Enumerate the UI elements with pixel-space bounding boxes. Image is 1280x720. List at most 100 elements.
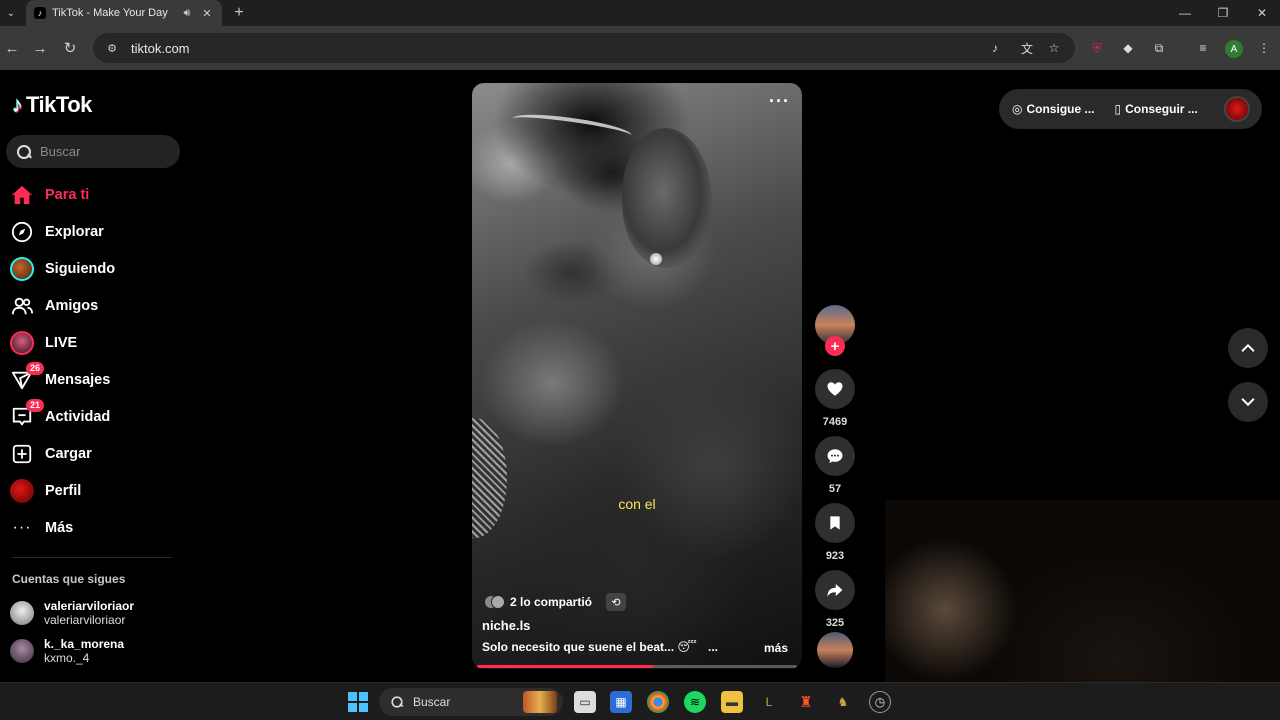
sidebar-item-mensajes[interactable]: 26 Mensajes (0, 361, 190, 398)
logo-text: TikTok (26, 92, 92, 117)
following-account[interactable]: valeriarviloriaor valeriarviloriaor (10, 599, 134, 627)
avatar (10, 639, 34, 663)
search-input[interactable] (40, 144, 170, 159)
chrome-icon[interactable] (647, 691, 669, 713)
get-app-label: Conseguir ... (1125, 102, 1198, 116)
webcam-overlay (885, 500, 1280, 682)
extension-shield-icon[interactable]: ⛨ (1088, 39, 1106, 57)
sound-disc-avatar[interactable] (817, 632, 853, 668)
user-avatar[interactable] (1223, 96, 1250, 122)
browser-tab[interactable]: ♪ TikTok - Make Your Day 🔊︎ ✕ (26, 0, 222, 26)
account-name: k._ka_morena (44, 637, 125, 651)
speaker-icon[interactable]: 🔊︎ (180, 7, 194, 20)
account-name: valeriarviloriaor (44, 599, 135, 613)
address-bar[interactable]: ⚙ tiktok.com ♪ 文 ☆ (93, 33, 1075, 63)
sidebar-item-label: Perfil (45, 482, 82, 499)
sidebar-item-cargar[interactable]: Cargar (0, 435, 190, 472)
tab-search-button[interactable]: ⌄ (0, 0, 22, 26)
sidebar-item-label: Mensajes (45, 371, 111, 388)
new-tab-button[interactable]: + (229, 3, 249, 23)
close-window-button[interactable]: ✕ (1243, 0, 1280, 26)
follow-plus-icon[interactable]: + (825, 336, 845, 356)
account-handle: kxmo._4 (44, 651, 90, 665)
url-text[interactable]: tiktok.com (131, 41, 190, 56)
sidebar-item-actividad[interactable]: 21 Actividad (0, 398, 190, 435)
back-button[interactable]: ← (2, 38, 22, 58)
game-launcher-icon[interactable]: ♞ (832, 691, 854, 713)
extension-diamond-icon[interactable]: ◆ (1119, 39, 1137, 57)
video-caption: con el (618, 496, 656, 512)
minimize-button[interactable]: — (1166, 0, 1204, 26)
tiktok-note-icon: ♪ (12, 92, 23, 117)
following-section-title: Cuentas que sigues (12, 572, 126, 586)
tiktok-logo[interactable]: ♪ TikTok (12, 92, 92, 118)
sidebar-item-mas[interactable]: ··· Más (0, 509, 190, 546)
sidebar-item-para-ti[interactable]: Para ti (0, 176, 190, 213)
video-progress-fill (477, 665, 653, 668)
more-description-link[interactable]: más (764, 641, 788, 655)
video-more-options-icon[interactable]: ··· (769, 91, 790, 112)
league-client-icon[interactable]: L (758, 691, 780, 713)
tiktok-extension-icon[interactable]: ♪ (986, 39, 1004, 57)
browser-menu-icon[interactable]: ⋮ (1255, 39, 1273, 57)
video-author[interactable]: niche.ls (482, 618, 530, 633)
avatar (10, 601, 34, 625)
restore-button[interactable]: ❐ (1204, 0, 1242, 26)
reload-button[interactable]: ↻ (60, 38, 80, 58)
compass-icon (10, 220, 34, 244)
chevron-down-icon (1241, 398, 1255, 407)
search-bar[interactable] (6, 135, 180, 168)
repost-icon[interactable]: ⟲ (606, 593, 627, 611)
clock-app-icon[interactable]: ◷ (869, 691, 891, 713)
video-frame-detail (650, 253, 662, 265)
share-count: 325 (825, 617, 845, 629)
sidebar-item-perfil[interactable]: Perfil (0, 472, 190, 509)
creator-avatar[interactable]: + (815, 305, 855, 356)
file-explorer-icon[interactable]: ▬ (721, 691, 743, 713)
live-avatar (10, 330, 34, 355)
extensions-puzzle-icon[interactable]: ⧉ (1150, 39, 1168, 57)
store-icon[interactable]: ▦ (610, 691, 632, 713)
taskbar-search-label: Buscar (413, 695, 451, 709)
sidebar-item-amigos[interactable]: Amigos (0, 287, 190, 324)
sidebar-item-label: Amigos (45, 297, 99, 314)
sidebar-item-explorar[interactable]: Explorar (0, 213, 190, 250)
forward-button[interactable]: → (30, 38, 50, 58)
media-control-icon[interactable]: ≡ (1194, 39, 1212, 57)
sidebar-item-live[interactable]: LIVE (0, 324, 190, 361)
next-video-button[interactable] (1228, 382, 1268, 422)
sidebar-item-label: LIVE (45, 334, 78, 351)
browser-toolbar: ← → ↻ ⚙ tiktok.com ♪ 文 ☆ ⛨ ◆ ⧉ ≡ A ⋮ (0, 26, 1280, 70)
site-info-icon[interactable]: ⚙ (103, 39, 121, 57)
get-coins-button[interactable]: ◎ Consigue ... (1012, 102, 1095, 116)
sidebar-item-siguiendo[interactable]: Siguiendo (0, 250, 190, 287)
translate-icon[interactable]: 文 (1018, 39, 1036, 57)
top-right-actions: ◎ Consigue ... ▯ Conseguir ... (999, 89, 1262, 129)
close-tab-icon[interactable]: ✕ (200, 7, 214, 20)
shared-text: 2 lo compartió (510, 595, 593, 609)
video-progress-bar[interactable] (477, 665, 797, 668)
profile-avatar (10, 478, 34, 503)
video-frame-detail (472, 418, 507, 538)
following-account[interactable]: k._ka_morena kxmo._4 (10, 637, 124, 665)
bookmark-star-icon[interactable]: ☆ (1045, 39, 1063, 57)
brave-icon[interactable]: ♜ (795, 691, 817, 713)
tiktok-page: ♪ TikTok Para ti Explorar Siguiendo A (0, 70, 1280, 682)
comment-count: 57 (828, 483, 842, 495)
taskbar-search[interactable]: Buscar (379, 688, 563, 716)
shared-by-row[interactable]: 2 lo compartió ⟲ (484, 593, 627, 611)
save-button[interactable] (815, 503, 855, 543)
heart-icon (827, 382, 843, 396)
comment-button[interactable] (815, 436, 855, 476)
browser-profile-avatar[interactable]: A (1225, 40, 1243, 58)
video-player[interactable]: ··· con el 2 lo compartió ⟲ niche.ls Sol… (472, 83, 802, 669)
spotify-icon[interactable]: ≋ (684, 691, 706, 713)
like-button[interactable] (815, 369, 855, 409)
share-button[interactable] (815, 570, 855, 610)
friends-icon (10, 294, 34, 318)
task-view-icon[interactable]: ▭ (574, 691, 596, 713)
get-app-button[interactable]: ▯ Conseguir ... (1115, 102, 1198, 116)
previous-video-button[interactable] (1228, 328, 1268, 368)
shared-avatars (484, 595, 505, 609)
windows-start-icon[interactable] (348, 692, 368, 712)
